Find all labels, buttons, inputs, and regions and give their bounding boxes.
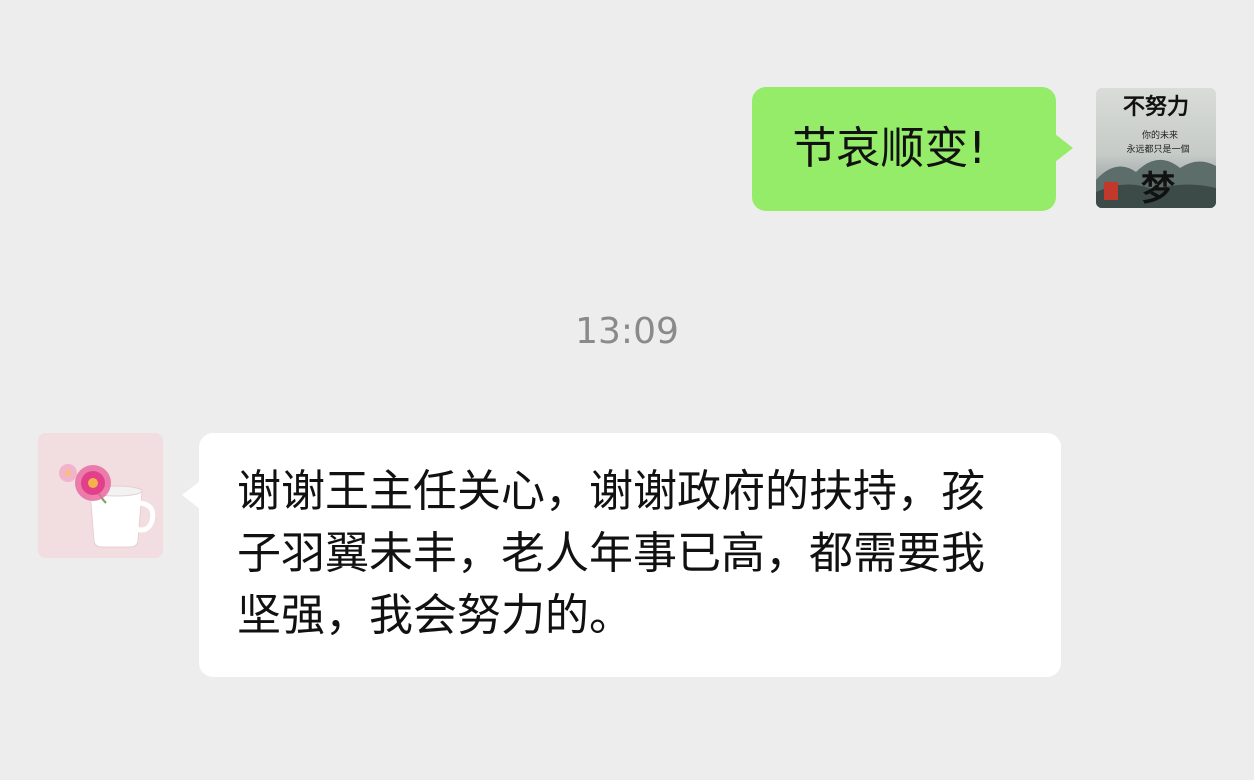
incoming-message-bubble[interactable]: 谢谢王主任关心，谢谢政府的扶持，孩子羽翼未丰，老人年事已高，都需要我坚强，我会努… (182, 433, 1061, 677)
incoming-message-text: 谢谢王主任关心，谢谢政府的扶持，孩子羽翼未丰，老人年事已高，都需要我坚强，我会努… (237, 466, 985, 641)
contact-avatar[interactable] (38, 433, 163, 558)
incoming-message-row: 谢谢王主任关心，谢谢政府的扶持，孩子羽翼未丰，老人年事已高，都需要我坚强，我会努… (38, 433, 1061, 677)
svg-text:不努力: 不努力 (1123, 94, 1189, 120)
flower-in-cup-avatar-icon (38, 433, 163, 558)
svg-text:你的未来: 你的未来 (1142, 129, 1178, 141)
self-avatar[interactable]: 不努力 你的未来 永远都只是一個 梦 (1096, 88, 1216, 208)
motivational-calligraphy-avatar-icon: 不努力 你的未来 永远都只是一個 梦 (1096, 88, 1216, 208)
outgoing-message-text: 节哀顺变! (792, 123, 986, 174)
outgoing-message-row: 节哀顺变! 不努力 你的未来 永远都只是一個 梦 (752, 87, 1216, 211)
message-timestamp: 13:09 (575, 311, 679, 352)
chat-window: 节哀顺变! 不努力 你的未来 永远都只是一個 梦 13:09 谢谢王主任关心，谢… (0, 0, 1254, 780)
svg-text:永远都只是一個: 永远都只是一個 (1126, 143, 1189, 155)
svg-text:梦: 梦 (1141, 169, 1175, 208)
outgoing-message-bubble[interactable]: 节哀顺变! (752, 87, 1073, 211)
